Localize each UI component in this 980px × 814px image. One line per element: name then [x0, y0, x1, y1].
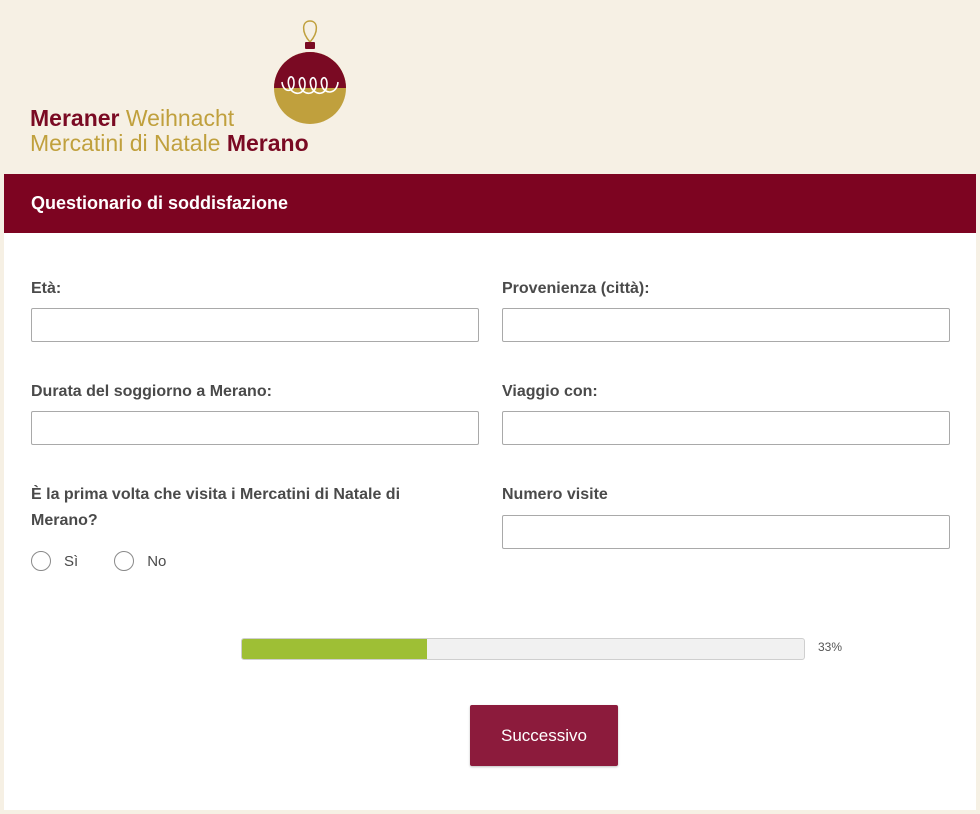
- travel-with-label: Viaggio con:: [502, 383, 598, 400]
- first-visit-label: È la prima volta che visita i Mercatini …: [31, 486, 401, 529]
- logo-line-1: Meraner Weihnacht: [30, 105, 234, 131]
- progress-bar: [241, 638, 805, 660]
- first-visit-option-yes[interactable]: Sì: [31, 551, 78, 571]
- logo-meraner: Meraner: [30, 105, 120, 131]
- stay-duration-label: Durata del soggiorno a Merano:: [31, 383, 272, 400]
- radio-label-yes: Sì: [64, 552, 79, 570]
- next-button[interactable]: Successivo: [470, 705, 618, 766]
- survey-panel: Questionario di soddisfazione Età: Prove…: [4, 174, 976, 810]
- survey-title: Questionario di soddisfazione: [4, 174, 976, 233]
- christmas-bauble-icon: [274, 20, 346, 124]
- age-label: Età:: [31, 280, 62, 297]
- age-input[interactable]: [31, 308, 479, 342]
- visit-count-input[interactable]: [502, 515, 950, 549]
- progress-bar-fill: [242, 639, 428, 659]
- visit-count-label: Numero visite: [502, 486, 608, 503]
- logo-mercatini: Mercatini di Natale: [30, 130, 221, 156]
- logo-weihnacht: Weihnacht: [125, 105, 235, 131]
- origin-input[interactable]: [502, 308, 950, 342]
- stay-duration-input[interactable]: [31, 411, 479, 445]
- logo-merano: Merano: [226, 130, 309, 156]
- travel-with-input[interactable]: [502, 411, 950, 445]
- first-visit-radio-group: Sì No: [31, 551, 202, 571]
- origin-label: Provenienza (città):: [502, 280, 650, 297]
- first-visit-option-no[interactable]: No: [114, 551, 166, 571]
- progress-percent: 33%: [818, 640, 843, 654]
- radio-circle-no[interactable]: [114, 551, 135, 571]
- logo-line-2: Mercatini di Natale Merano: [30, 130, 309, 156]
- brand-logo: Meraner Weihnacht Mercatini di Natale Me…: [30, 18, 370, 168]
- radio-circle-yes[interactable]: [31, 551, 51, 571]
- radio-label-no: No: [147, 552, 167, 570]
